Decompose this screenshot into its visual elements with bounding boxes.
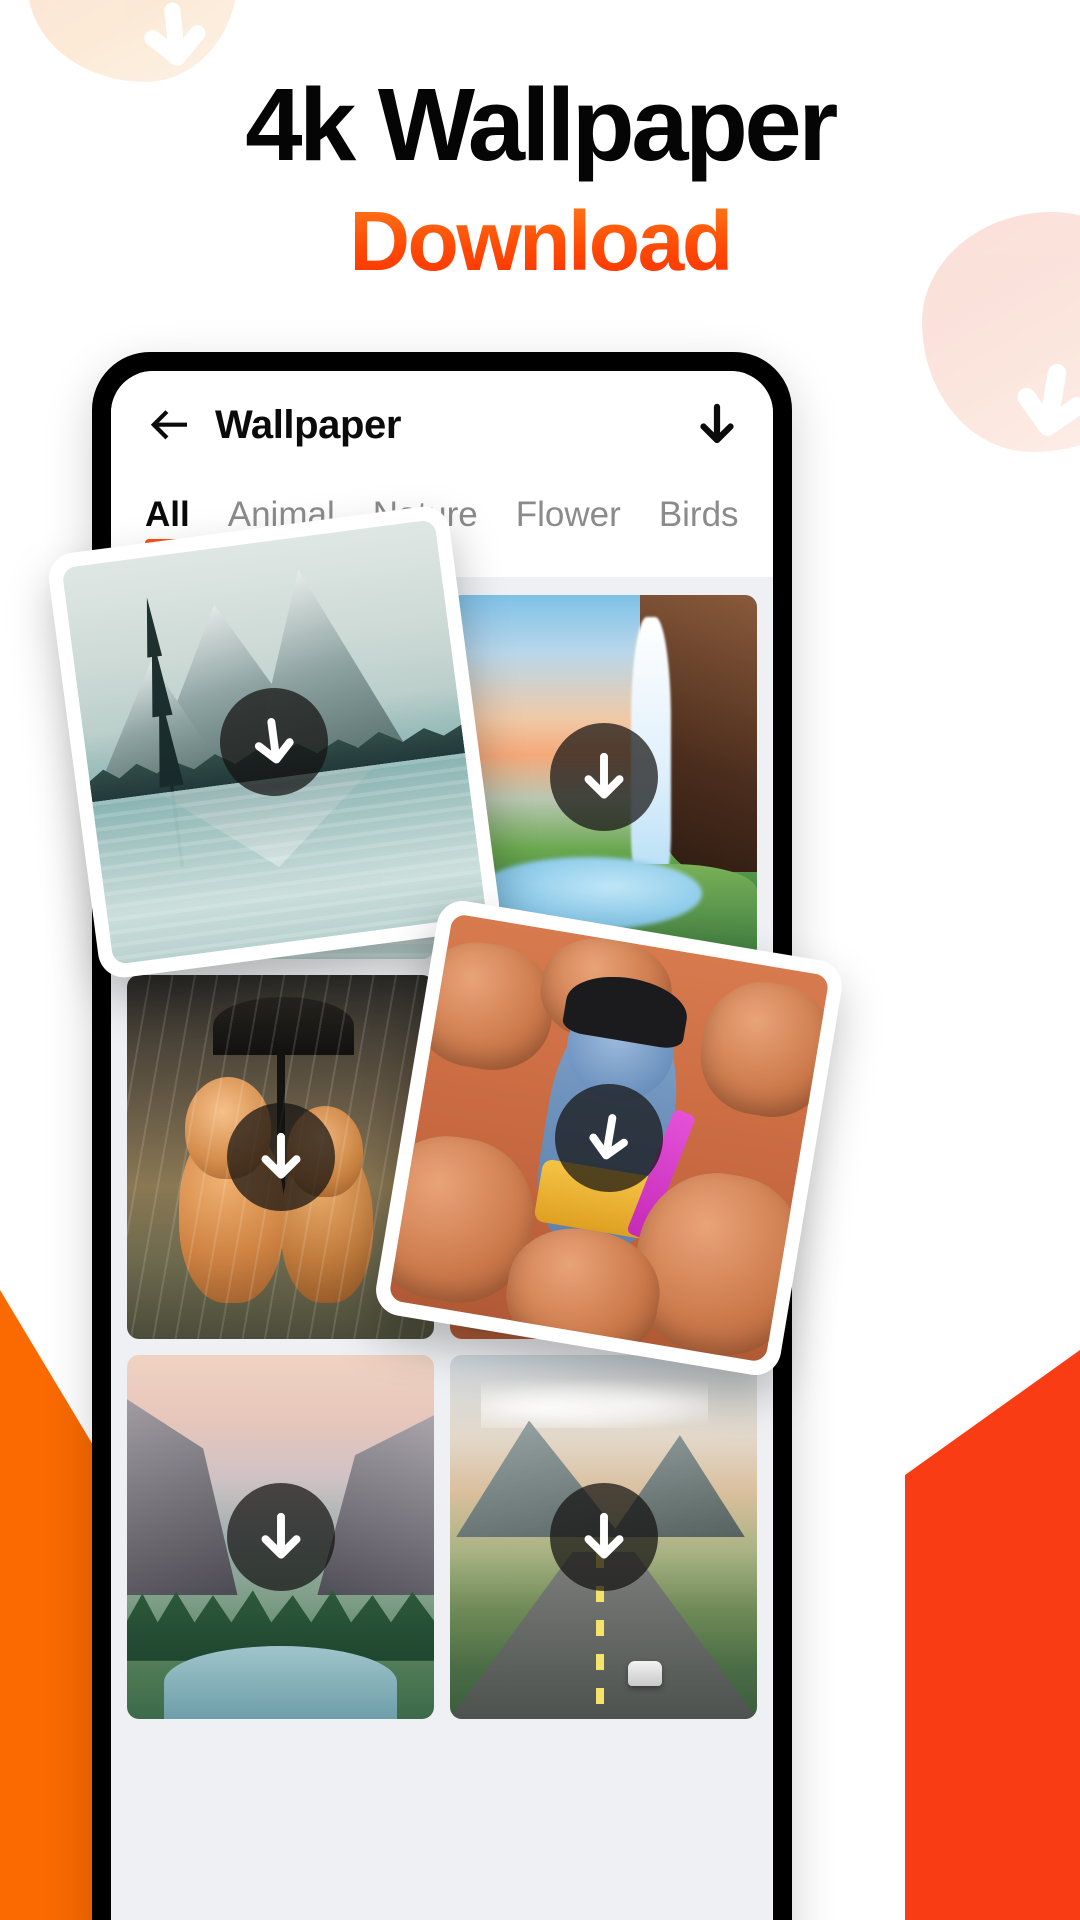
download-arrow-icon[interactable] <box>226 1103 335 1211</box>
page-title: Wallpaper <box>215 402 402 447</box>
wallpaper-tile[interactable] <box>127 1355 434 1719</box>
floating-wallpaper-card[interactable] <box>372 897 846 1379</box>
headline-line-1: 4k Wallpaper <box>245 67 838 182</box>
wallpaper-tile[interactable] <box>450 1355 757 1719</box>
decor-wedge-right <box>905 1350 1080 1920</box>
tab-birds[interactable]: Birds <box>659 495 739 547</box>
download-arrow-icon[interactable] <box>226 1483 335 1591</box>
promo-screenshot: 4k Wallpaper Download Wallpaper All Anim… <box>0 0 1080 1920</box>
download-arrow-icon[interactable] <box>549 1483 658 1591</box>
download-arrow-icon[interactable] <box>695 400 739 450</box>
download-arrow-icon <box>996 346 1080 457</box>
promo-headline: 4k Wallpaper Download <box>0 72 1080 285</box>
download-arrow-icon <box>128 0 222 82</box>
mountain-lake-reflection-image <box>61 519 487 965</box>
app-header: Wallpaper <box>111 371 773 479</box>
decor-blob-top-left <box>28 0 238 82</box>
arrow-left-icon[interactable] <box>145 401 193 449</box>
krishna-clay-pots-image <box>388 913 830 1363</box>
tab-flower[interactable]: Flower <box>516 495 621 547</box>
floating-wallpaper-card[interactable] <box>45 503 503 981</box>
download-arrow-icon[interactable] <box>549 723 658 831</box>
headline-line-2: Download <box>0 198 1080 285</box>
